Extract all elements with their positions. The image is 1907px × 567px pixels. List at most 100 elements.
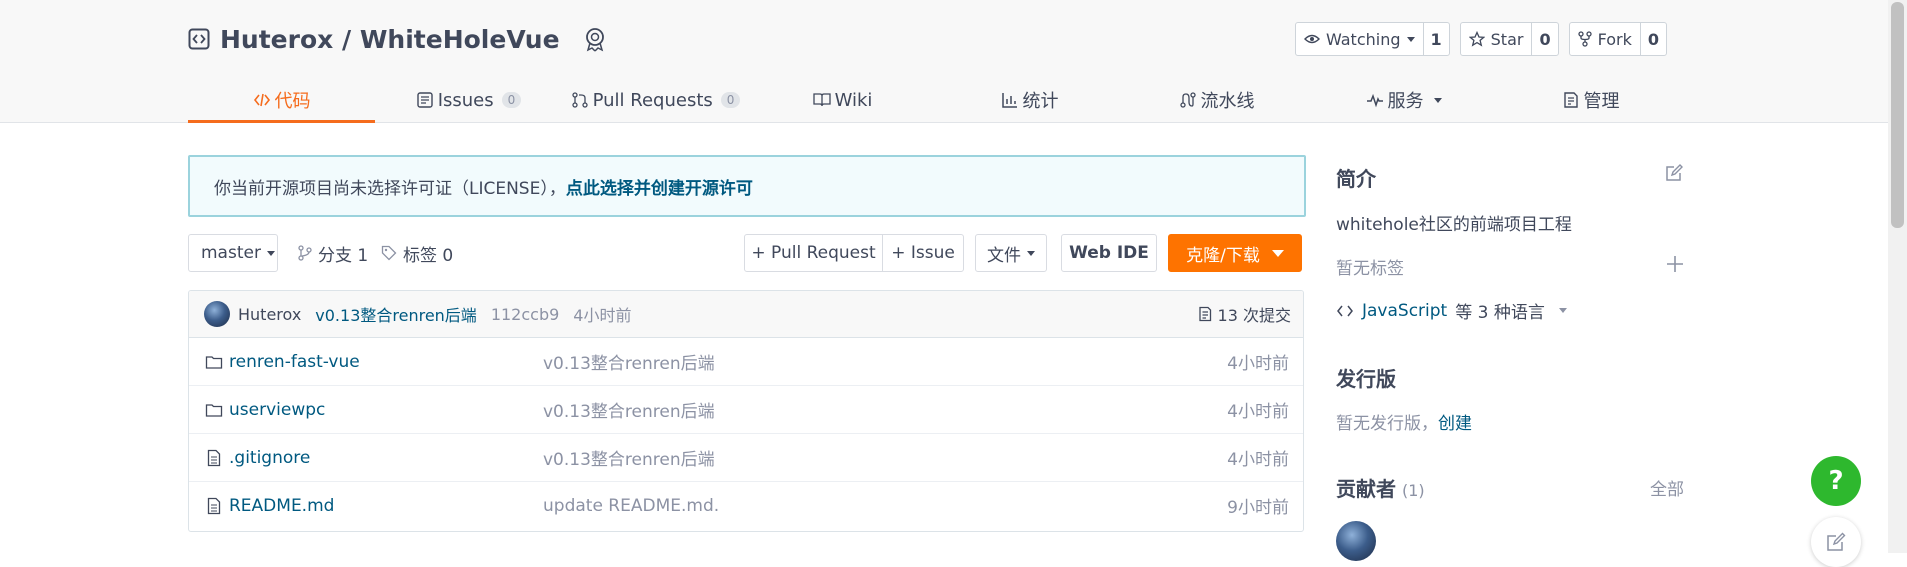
file-list: Huterox v0.13整合renren后端 112ccb9 4小时前 13 … [188,290,1304,532]
repo-full-name[interactable]: Huterox / WhiteHoleVue [220,25,560,54]
file-name[interactable]: userviewpc [229,400,325,420]
file-row[interactable]: .gitignore v0.13整合renren后端 4小时前 [189,434,1303,482]
fork-count[interactable]: 0 [1639,23,1666,55]
eye-icon [1303,34,1320,44]
chart-icon [1001,93,1017,108]
pulse-icon [1366,93,1383,108]
file-commit-message[interactable]: v0.13整合renren后端 [543,445,715,470]
pull-request-icon [571,92,588,108]
file-time: 9小时前 [1227,498,1289,518]
fork-button-group: Fork 0 [1568,22,1667,56]
help-button[interactable]: ? [1811,456,1861,506]
pull-requests-count-badge: 0 [720,92,741,108]
tab-manage-label: 管理 [1583,91,1620,112]
primary-language[interactable]: JavaScript [1362,301,1447,321]
watch-count[interactable]: 1 [1422,23,1449,55]
new-issue-button[interactable]: + Issue [882,234,964,272]
repo-toolbar: master 分支 1 标签 0 + Pull Request + Issue … [188,234,1304,274]
commit-count-link[interactable]: 13 次提交 [1198,302,1291,326]
file-time: 4小时前 [1227,450,1289,470]
create-license-link[interactable]: 点此选择并创建开源许可 [566,174,753,199]
issues-icon [417,92,433,108]
branches-link[interactable]: 分支 1 [298,234,368,272]
tab-code-label: 代码 [274,91,311,112]
tab-pipeline[interactable]: 流水线 [1123,78,1310,122]
contributors-heading: 贡献者 (1) [1336,473,1425,502]
file-menu-button[interactable]: 文件 [975,234,1047,272]
tab-wiki[interactable]: Wiki [749,78,936,122]
chevron-down-icon [266,250,275,256]
feedback-button[interactable] [1811,517,1861,567]
code-icon [1337,305,1353,316]
folder-icon [205,355,223,369]
file-icon [207,449,221,466]
no-tags-label: 暂无标签 [1336,259,1404,279]
plus-icon[interactable] [1666,255,1684,273]
page-scrollbar[interactable] [1888,0,1907,553]
branch-icon [298,245,312,261]
file-time: 4小时前 [1227,354,1289,374]
branch-select[interactable]: master [188,234,278,272]
repo-title: Huterox / WhiteHoleVue [188,22,608,56]
tab-pull-requests[interactable]: Pull Requests 0 [562,78,749,122]
repo-code-icon [188,28,210,50]
contributor-avatar[interactable] [1336,521,1376,561]
tag-icon [381,245,397,261]
clone-download-label: 克隆/下载 [1186,245,1260,266]
file-row[interactable]: renren-fast-vue v0.13整合renren后端 4小时前 [189,338,1303,386]
tab-wiki-label: Wiki [834,89,873,111]
create-release-link[interactable]: 创建 [1438,414,1472,434]
scrollbar-thumb[interactable] [1891,2,1904,228]
folder-icon [205,403,223,417]
tab-issues[interactable]: Issues 0 [375,78,562,122]
star-button-group: Star 0 [1459,22,1559,56]
chevron-down-icon [1027,250,1035,256]
repo-tabs: 代码 Issues 0 Pull Requests 0 Wiki 统计 流水线 服务 [188,78,1684,123]
award-icon[interactable] [582,26,608,52]
language-selector[interactable]: JavaScript 等 3 种语言 [1336,298,1567,323]
all-contributors-link[interactable]: 全部 [1650,475,1684,500]
feedback-edit-icon [1827,532,1846,551]
file-commit-message[interactable]: v0.13整合renren后端 [543,349,715,374]
chevron-down-icon [1558,308,1567,313]
star-button[interactable]: Star [1461,23,1532,55]
file-commit-message[interactable]: update README.md. [543,496,719,516]
new-pull-request-button[interactable]: + Pull Request [744,234,883,272]
file-row[interactable]: userviewpc v0.13整合renren后端 4小时前 [189,386,1303,434]
commit-message[interactable]: v0.13整合renren后端 [315,302,477,326]
star-count[interactable]: 0 [1531,23,1557,55]
fork-icon [1577,31,1592,47]
chevron-down-icon [1433,97,1442,103]
issues-count-badge: 0 [501,92,522,108]
edit-icon[interactable] [1664,163,1684,183]
file-row[interactable]: README.md update README.md. 9小时前 [189,482,1303,529]
repo-header: Huterox / WhiteHoleVue Watching 1 Star 0 [0,0,1888,123]
tags-link[interactable]: 标签 0 [381,234,453,272]
file-name[interactable]: renren-fast-vue [229,352,360,372]
repo-name-link[interactable]: WhiteHoleVue [360,25,560,54]
release-title: 发行版 [1336,367,1396,391]
star-icon [1468,31,1485,47]
watch-label: Watching [1325,29,1401,49]
file-commit-message[interactable]: v0.13整合renren后端 [543,397,715,422]
settings-doc-icon [1563,92,1578,108]
watch-button[interactable]: Watching [1296,23,1423,55]
tab-pull-requests-label: Pull Requests [592,89,713,111]
file-icon [207,497,221,514]
contributors-count: (1) [1402,481,1425,500]
watch-button-group: Watching 1 [1294,22,1450,56]
file-name[interactable]: README.md [229,496,334,516]
web-ide-button[interactable]: Web IDE [1061,234,1157,272]
tab-services[interactable]: 服务 [1310,78,1497,122]
clone-download-button[interactable]: 克隆/下载 [1168,234,1302,272]
commit-hash[interactable]: 112ccb9 [491,305,559,324]
file-name[interactable]: .gitignore [229,448,310,468]
caret-down-icon [1271,249,1284,257]
fork-button[interactable]: Fork [1570,23,1640,55]
avatar[interactable] [204,301,230,327]
commit-author[interactable]: Huterox [238,305,301,324]
tab-stats[interactable]: 统计 [936,78,1123,122]
tab-manage[interactable]: 管理 [1497,78,1684,122]
repo-owner-link[interactable]: Huterox [220,25,333,54]
tab-code[interactable]: 代码 [188,78,375,123]
